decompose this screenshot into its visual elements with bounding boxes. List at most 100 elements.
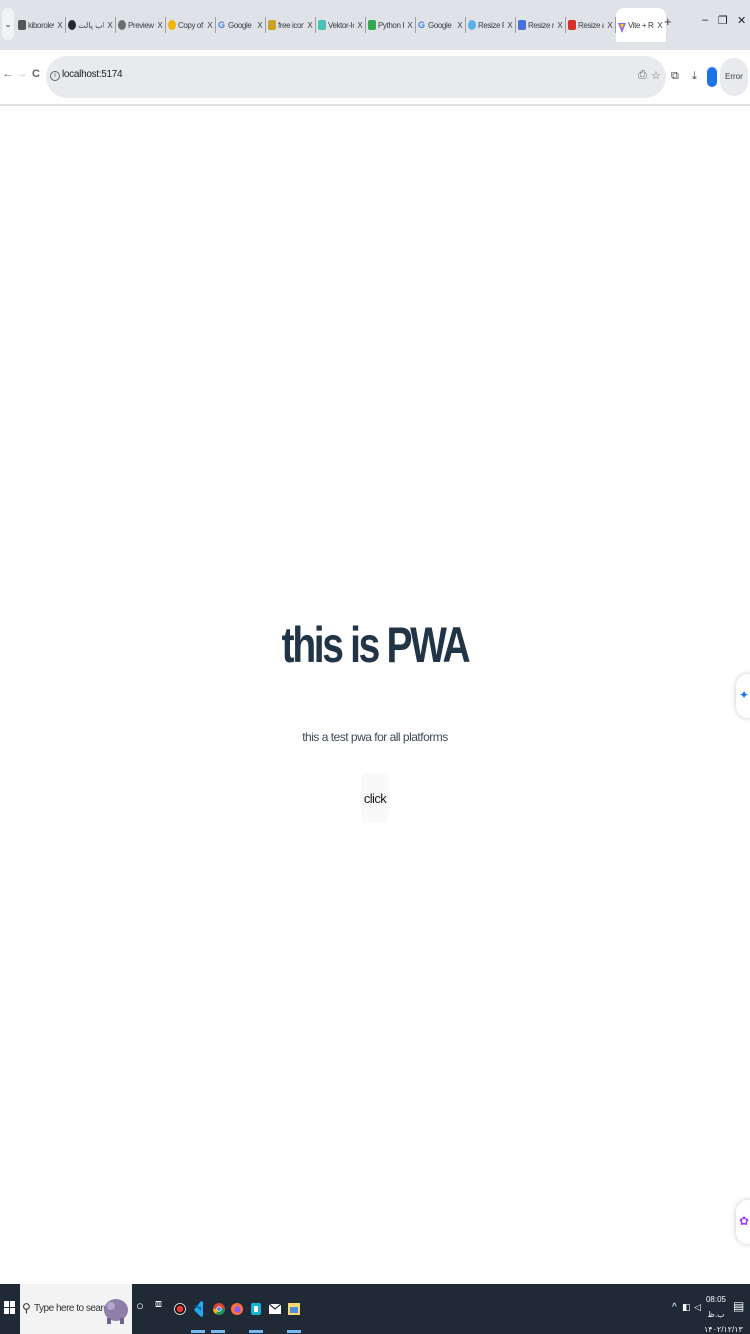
tab-preview[interactable]: Preview an X [116,8,166,42]
tab-resize-ma[interactable]: Resize ma X [516,8,566,42]
clock[interactable]: 08:05 ب.ظ ۱۴۰۲/۱۲/۱۳ [704,1292,743,1334]
tab-kiborolevens[interactable]: kiborolevens X [16,8,66,42]
new-tab-button[interactable]: + [664,14,672,29]
close-icon[interactable]: X [405,21,415,30]
resize-icon [518,20,526,30]
close-icon[interactable]: X [255,21,265,30]
close-icon[interactable]: X [355,21,365,30]
chrome-icon[interactable] [213,1298,225,1320]
error-button[interactable]: Error [720,58,748,96]
error-label: Error [725,72,743,81]
vscode-icon[interactable] [192,1298,204,1320]
browser-toolbar: ← → C i localhost:5174 ⎙ ☆ ⧉ ⤓ Error [0,50,750,106]
tab-python[interactable]: Python Ico X [366,8,416,42]
close-icon[interactable]: X [55,21,65,30]
tab-title: Copy of ch [178,20,204,30]
close-icon[interactable]: X [155,21,165,30]
taskbar-search-input[interactable]: ⚲ Type here to search [20,1284,132,1334]
mail-icon[interactable] [269,1298,281,1320]
tab-title: free icons [278,20,304,30]
page-viewport: this is PWA this a test pwa for all plat… [0,108,750,1284]
vektor-icon [318,20,326,30]
tab-google-1[interactable]: G Google X [216,8,266,42]
tab-title: Resize ma [528,20,554,30]
close-icon[interactable]: X [305,21,315,30]
recorder-icon[interactable] [174,1298,186,1320]
tab-title: Resize a P [578,20,604,30]
minimize-button[interactable]: – [702,14,708,26]
page-title: this is PWA [281,617,471,673]
firefox-icon[interactable] [231,1298,243,1320]
reload-button[interactable]: C [30,68,42,80]
info-icon[interactable]: i [50,71,60,81]
chevron-down-icon: ⌄ [4,19,12,29]
free-icons-icon [268,20,276,30]
tab-copy-of[interactable]: Copy of ch X [166,8,216,42]
tab-google-2[interactable]: G Google X [416,8,466,42]
address-bar[interactable]: i localhost:5174 ⎙ ☆ [46,56,666,98]
volume-icon[interactable]: ◁ [694,1302,701,1313]
sparkle-icon: ✦ [739,688,750,702]
github-icon [68,20,76,30]
tab-title: انتخاب پالت [78,20,104,30]
close-icon[interactable]: X [555,21,565,30]
tab-list: kiborolevens X انتخاب پالت X Preview an … [16,8,666,42]
app-icon[interactable] [250,1298,262,1320]
taskbar: ⚲ Type here to search ○ ⧈ ^ ◧ ◁ 08:05 ب.… [0,1284,750,1334]
close-icon[interactable]: X [205,21,215,30]
vite-icon [618,20,626,33]
tab-title: kiborolevens [28,20,54,30]
forward-button[interactable]: → [16,68,28,80]
hippo-icon [104,1299,128,1324]
tab-strip: ⌄ kiborolevens X انتخاب پالت X Preview a… [0,0,750,50]
clock-time: 08:05 ب.ظ [705,1295,727,1319]
download-icon[interactable]: ⤓ [692,70,697,83]
floating-extension-button[interactable]: ✿ [736,1200,750,1244]
clock-date: ۱۴۰۲/۱۲/۱۳ [704,1325,743,1334]
copy-icon [168,20,176,30]
tab-title: Python Ico [378,20,404,30]
click-button[interactable]: click [361,773,389,823]
cortana-icon[interactable]: ○ [136,1298,148,1320]
flower-icon: ✿ [739,1214,750,1228]
file-explorer-icon[interactable] [288,1298,300,1320]
windows-start-icon[interactable] [4,1301,16,1315]
avatar[interactable] [707,67,717,87]
screen: ⌄ kiborolevens X انتخاب پالت X Preview a… [0,0,750,1334]
notification-icon[interactable]: ▤ [733,1299,744,1313]
tab-title: Vektor-Ico [328,20,354,30]
close-icon[interactable]: X [105,21,115,30]
search-icon: ⚲ [22,1301,31,1315]
tab-title: Resize PW [478,20,504,30]
network-icon[interactable]: ◧ [682,1302,691,1313]
extensions-icon[interactable]: ⧉ [671,70,679,83]
bookmark-star-icon[interactable]: ☆ [651,69,661,82]
url-text[interactable]: localhost:5174 [62,69,123,80]
tab-resize-a[interactable]: Resize a P X [566,8,616,42]
tray-expand-icon[interactable]: ^ [672,1302,677,1313]
resize-pwa-icon [468,20,476,30]
sidebar-assistant-button[interactable]: ✦ [736,674,750,718]
tab-free-icons[interactable]: free icons X [266,8,316,42]
tab-search-button[interactable]: ⌄ [2,8,14,40]
close-icon[interactable]: X [505,21,515,30]
tab-vektor[interactable]: Vektor-Ico X [316,8,366,42]
tab-palette[interactable]: انتخاب پالت X [66,8,116,42]
resize-icon [568,20,576,30]
tab-resize-pwa[interactable]: Resize PW X [466,8,516,42]
google-icon: G [218,20,226,30]
close-icon[interactable]: X [605,21,615,30]
close-window-button[interactable]: ✕ [737,14,746,27]
google-icon: G [418,20,426,30]
install-app-icon[interactable]: ⎙ [638,69,647,82]
task-view-icon[interactable]: ⧈ [155,1298,167,1320]
restore-button[interactable]: ❐ [718,14,728,27]
back-button[interactable]: ← [2,68,14,80]
tab-title: Vite + Rea [628,20,654,30]
python-icon [368,20,376,30]
tab-title: Google [228,20,252,30]
close-icon[interactable]: X [455,21,465,30]
tab-vite-react[interactable]: Vite + Rea X [616,8,666,42]
kibo-icon [18,20,26,30]
tab-title: Google [428,20,452,30]
